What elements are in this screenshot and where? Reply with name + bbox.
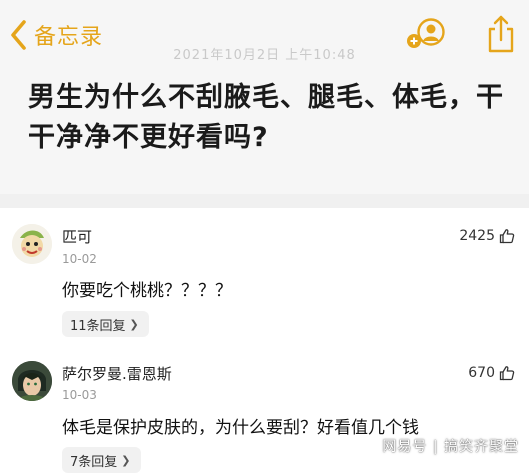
reply-count: 7条回复 [70,454,118,470]
comment-date: 10-02 [62,252,97,266]
reply-count: 11条回复 [70,318,126,334]
like-count: 2425 [459,228,495,244]
view-replies-button[interactable]: 7条回复 ❯ [62,447,141,473]
comment-text: 你要吃个桃桃？？？？ [62,281,232,301]
thumbs-up-icon [499,229,515,244]
watermark: 网易号 | 搞笑齐聚堂 [382,439,519,455]
note-title[interactable]: 男生为什么不刮腋毛、腿毛、体毛，干干净净不更好看吗? [28,78,508,158]
notes-content-area: 备忘录 2021年10月2日 上午10:48 男生为什么不刮腋毛、腿毛、体毛，干… [0,0,529,194]
avatar-character-icon [12,361,52,401]
comment-text: 体毛是保护皮肤的，为什么要刮？好看值几个钱 [62,418,419,438]
avatar[interactable] [12,361,52,401]
comment-author[interactable]: 匹可 [62,226,92,247]
comment-author[interactable]: 萨尔罗曼.雷恩斯 [62,363,172,384]
comment-date: 10-03 [62,388,97,402]
chevron-right-icon: ❯ [129,317,139,331]
like-button[interactable]: 2425 [459,228,515,244]
section-divider [0,194,529,208]
avatar-cartoon-icon [12,224,52,264]
avatar[interactable] [12,224,52,264]
chevron-right-icon: ❯ [121,453,131,467]
thumbs-up-icon [499,366,515,381]
comment-item: 匹可 10-02 2425 你要吃个桃桃？？？？ 11条回复 ❯ [0,208,529,343]
like-count: 670 [468,365,495,381]
note-date: 2021年10月2日 上午10:48 [173,48,356,63]
like-button[interactable]: 670 [468,365,515,381]
view-replies-button[interactable]: 11条回复 ❯ [62,311,149,337]
